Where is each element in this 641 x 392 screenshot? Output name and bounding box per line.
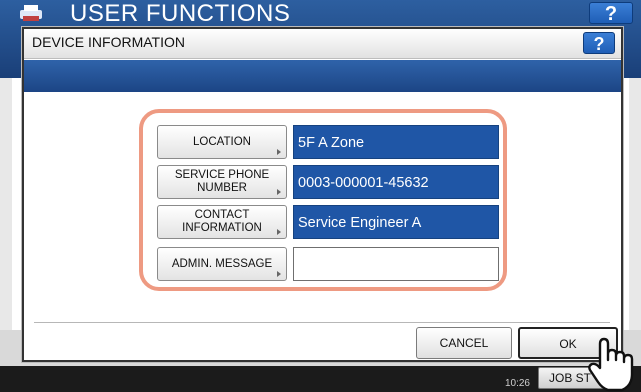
hand-pointer-icon <box>588 337 634 392</box>
location-row: LOCATION 5F A Zone <box>157 125 502 159</box>
background-panel-right <box>629 78 641 330</box>
clock: 10:26 <box>504 378 530 389</box>
admin-message-button-label: ADMIN. MESSAGE <box>171 257 273 270</box>
admin-message-row: ADMIN. MESSAGE <box>157 247 502 281</box>
service-phone-number-button[interactable]: SERVICE PHONE NUMBER <box>157 165 287 199</box>
chevron-right-icon <box>277 271 281 277</box>
printer-logo-icon <box>20 5 42 21</box>
dialog-divider <box>34 322 610 323</box>
location-button-label: LOCATION <box>193 135 251 148</box>
chevron-right-icon <box>277 149 281 155</box>
dialog-title: DEVICE INFORMATION <box>32 34 185 50</box>
app-title: USER FUNCTIONS <box>70 0 291 27</box>
contact-information-value[interactable]: Service Engineer A <box>293 205 499 239</box>
chevron-right-icon <box>277 229 281 235</box>
service-phone-row: SERVICE PHONE NUMBER 0003-000001-45632 <box>157 165 502 199</box>
location-value[interactable]: 5F A Zone <box>293 125 499 159</box>
dialog-help-button[interactable]: ? <box>583 32 615 54</box>
app-help-button[interactable]: ? <box>589 2 633 25</box>
service-phone-number-value[interactable]: 0003-000001-45632 <box>293 165 499 199</box>
admin-message-button[interactable]: ADMIN. MESSAGE <box>157 247 287 281</box>
contact-information-button[interactable]: CONTACT INFORMATION <box>157 205 287 239</box>
contact-information-button-label: CONTACT INFORMATION <box>182 209 262 234</box>
background-panel-left <box>0 78 12 330</box>
cancel-button[interactable]: CANCEL <box>416 327 512 359</box>
chevron-right-icon <box>277 189 281 195</box>
service-phone-number-button-label: SERVICE PHONE NUMBER <box>174 169 270 194</box>
dialog-blue-bar <box>24 60 621 92</box>
location-button[interactable]: LOCATION <box>157 125 287 159</box>
admin-message-value[interactable] <box>293 247 499 281</box>
device-information-dialog: DEVICE INFORMATION ? LOCATION 5F A Zone … <box>22 27 623 362</box>
contact-information-row: CONTACT INFORMATION Service Engineer A <box>157 205 502 239</box>
dialog-titlebar: DEVICE INFORMATION ? <box>24 29 621 59</box>
